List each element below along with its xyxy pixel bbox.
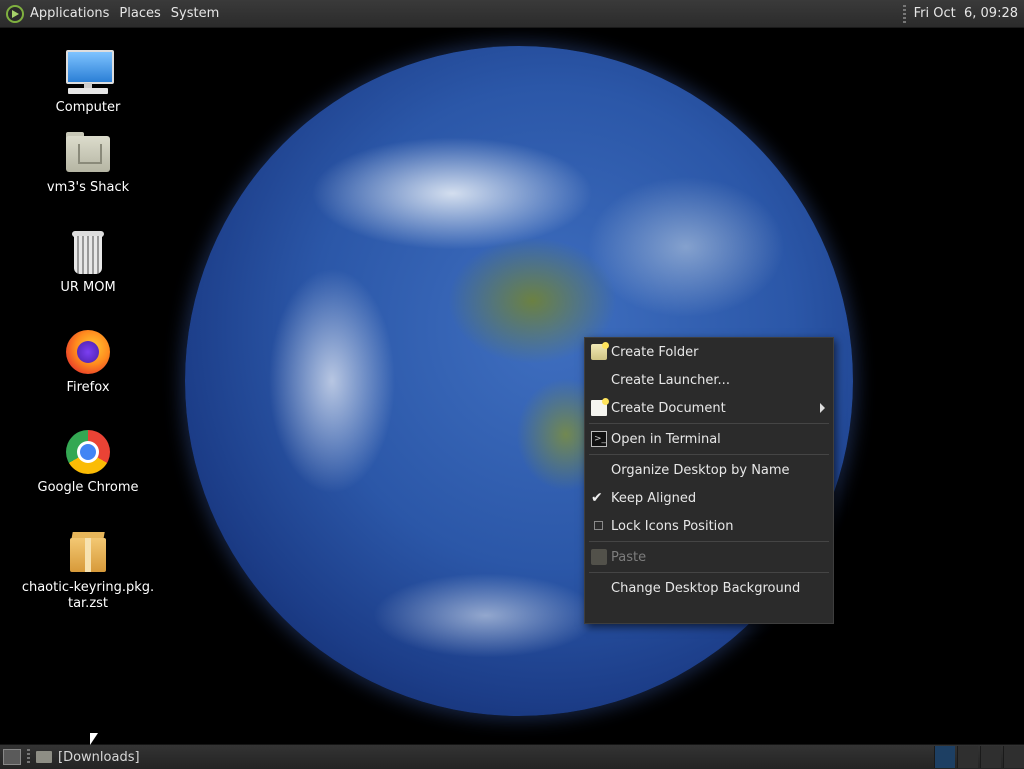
menu-item-create-folder[interactable]: Create Folder xyxy=(585,339,833,365)
taskbar-item-downloads[interactable]: [Downloads] xyxy=(58,750,140,765)
desktop-icon-home[interactable]: vm3's Shack xyxy=(20,128,156,196)
menu-item-label: Paste xyxy=(611,549,647,565)
menu-item-create-document[interactable]: Create Document xyxy=(585,395,833,421)
submenu-arrow-icon xyxy=(820,403,825,413)
show-desktop-button[interactable] xyxy=(3,749,21,765)
desktop-icon-package[interactable]: chaotic-keyring.pkg. tar.zst xyxy=(20,528,156,612)
desktop-icon-label: Google Chrome xyxy=(37,480,139,495)
workspace-2[interactable] xyxy=(957,746,978,768)
menu-item-label: Keep Aligned xyxy=(611,490,697,506)
menu-item-label: Create Folder xyxy=(611,344,699,360)
folder-icon xyxy=(36,751,52,763)
menu-item-create-launcher[interactable]: Create Launcher... xyxy=(585,367,833,393)
menu-item-organize-desktop[interactable]: Organize Desktop by Name xyxy=(585,457,833,483)
desktop-icon-label: UR MOM xyxy=(60,280,116,295)
desktop-icon-label: Firefox xyxy=(66,380,110,395)
desktop-icon-label-line2: tar.zst xyxy=(67,596,109,611)
firefox-icon xyxy=(64,328,112,376)
menu-item-lock-icons[interactable]: Lock Icons Position xyxy=(585,513,833,539)
mate-logo-icon[interactable] xyxy=(6,4,24,23)
workspace-4[interactable] xyxy=(1003,746,1024,768)
panel-grip-icon[interactable] xyxy=(27,749,30,765)
menu-separator xyxy=(589,572,829,573)
menu-item-label: Organize Desktop by Name xyxy=(611,462,790,478)
menu-separator xyxy=(589,541,829,542)
menu-item-label: Create Launcher... xyxy=(611,372,730,388)
menu-separator xyxy=(589,454,829,455)
menu-item-change-background[interactable]: Change Desktop Background xyxy=(585,575,833,601)
applications-menu[interactable]: Applications xyxy=(30,6,109,21)
menu-item-paste[interactable]: Paste xyxy=(585,544,833,570)
panel-grip-icon[interactable] xyxy=(902,4,906,23)
menu-item-label: Create Document xyxy=(611,400,726,416)
desktop-icon-computer[interactable]: Computer xyxy=(20,48,156,116)
paste-icon xyxy=(591,549,607,565)
desktop-icon-firefox[interactable]: Firefox xyxy=(20,328,156,396)
checkbox-icon xyxy=(591,518,607,534)
places-menu[interactable]: Places xyxy=(119,6,160,21)
computer-icon xyxy=(64,48,114,96)
workspace-3[interactable] xyxy=(980,746,1001,768)
menu-item-label: Change Desktop Background xyxy=(611,580,801,596)
desktop-icon-label: Computer xyxy=(55,100,121,115)
clock[interactable]: Fri Oct 6, 09:28 xyxy=(914,6,1018,21)
desktop-icon-chrome[interactable]: Google Chrome xyxy=(20,428,156,496)
menu-item-label: Open in Terminal xyxy=(611,431,721,447)
desktop-context-menu: Create Folder Create Launcher... Create … xyxy=(584,337,834,624)
new-document-icon xyxy=(591,398,609,416)
mouse-cursor-icon xyxy=(90,733,98,745)
checkmark-icon: ✔ xyxy=(591,490,603,506)
chrome-icon xyxy=(64,428,112,476)
desktop-icon-label-line1: chaotic-keyring.pkg. xyxy=(21,580,155,595)
home-folder-icon xyxy=(64,128,112,176)
desktop-icon-trash[interactable]: UR MOM xyxy=(20,228,156,296)
package-icon xyxy=(64,528,112,576)
desktop-icon-label: vm3's Shack xyxy=(46,180,130,195)
new-folder-icon xyxy=(591,342,609,360)
menu-item-label: Lock Icons Position xyxy=(611,518,734,534)
workspace-1[interactable] xyxy=(934,746,955,768)
menu-item-open-terminal[interactable]: >_ Open in Terminal xyxy=(585,426,833,452)
terminal-icon: >_ xyxy=(591,431,607,447)
menu-item-keep-aligned[interactable]: ✔ Keep Aligned xyxy=(585,485,833,511)
system-menu[interactable]: System xyxy=(171,6,219,21)
trash-icon xyxy=(64,228,112,276)
menu-separator xyxy=(589,423,829,424)
bottom-panel: [Downloads] xyxy=(0,744,1024,769)
top-panel: Applications Places System Fri Oct 6, 09… xyxy=(0,0,1024,28)
